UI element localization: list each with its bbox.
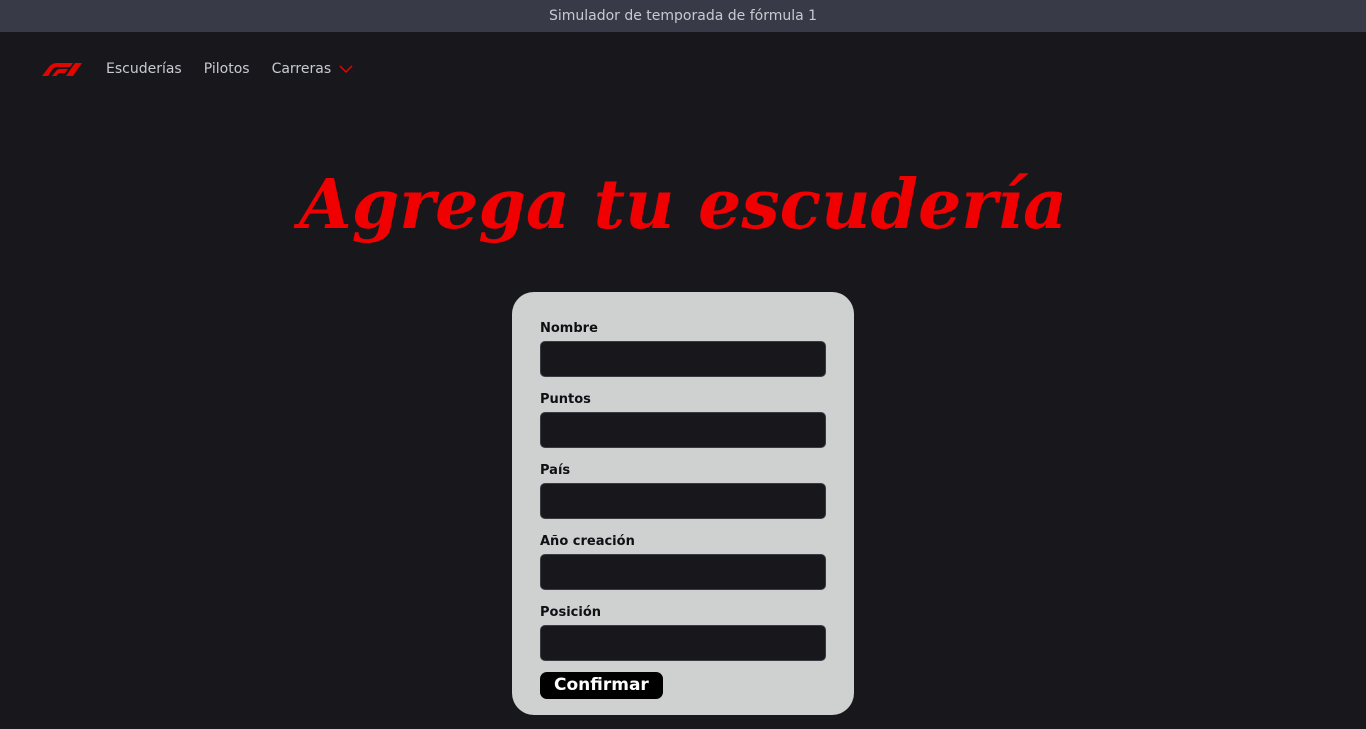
field-label-nombre: Nombre	[540, 321, 598, 336]
app-root: Escuderías Pilotos Carreras Agrega tu es…	[0, 32, 1366, 729]
nombre-input[interactable]	[540, 341, 826, 377]
nav-link-carreras[interactable]: Carreras	[272, 61, 354, 77]
nav-link-pilotos[interactable]: Pilotos	[204, 61, 250, 77]
main-navbar: Escuderías Pilotos Carreras	[40, 54, 375, 84]
field-label-pais: País	[540, 463, 571, 478]
nav-link-carreras-label: Carreras	[271, 61, 332, 77]
f1-logo-icon[interactable]	[40, 62, 84, 76]
page-title: Agrega tu escudería	[298, 165, 1068, 245]
window-title: Simulador de temporada de fórmula 1	[548, 8, 818, 24]
chevron-down-icon	[339, 65, 353, 74]
puntos-input[interactable]	[540, 412, 826, 448]
field-label-puntos: Puntos	[540, 392, 591, 407]
confirm-button[interactable]: Confirmar	[540, 672, 663, 699]
pais-input[interactable]	[540, 483, 826, 519]
window-titlebar: Simulador de temporada de fórmula 1	[0, 0, 1366, 32]
field-label-ano-creacion: Año creación	[540, 534, 635, 549]
nav-link-escuderias[interactable]: Escuderías	[106, 61, 182, 77]
ano-creacion-input[interactable]	[540, 554, 826, 590]
team-form: Nombre Puntos País Año creación Posición…	[512, 292, 854, 715]
field-label-posicion: Posición	[540, 605, 602, 620]
posicion-input[interactable]	[540, 625, 826, 661]
